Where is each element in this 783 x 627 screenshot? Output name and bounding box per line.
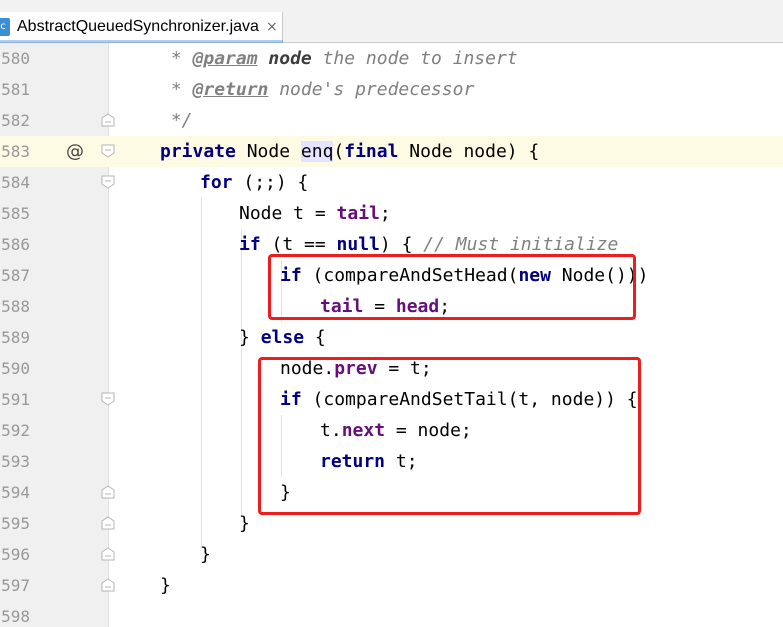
code-text: private Node enq(final Node node) { xyxy=(160,141,540,162)
line-number: 588 xyxy=(1,297,30,316)
code-line: 585 Node t = tail; xyxy=(0,198,783,229)
line-number: 587 xyxy=(1,266,30,285)
fold-start-icon[interactable] xyxy=(101,392,115,406)
code-line: 596 } xyxy=(0,539,783,570)
line-number: 583 xyxy=(1,142,30,161)
fold-start-icon[interactable] xyxy=(101,175,115,189)
java-class-icon: c xyxy=(0,18,10,36)
code-text: } xyxy=(200,544,211,565)
code-text: */ xyxy=(160,110,193,131)
line-number: 580 xyxy=(1,49,30,68)
method-name: enq xyxy=(300,141,334,162)
override-marker-icon[interactable]: @ xyxy=(66,136,84,167)
code-line: 580 * @param node the node to insert xyxy=(0,43,783,74)
highlight-box-2 xyxy=(258,357,641,515)
highlight-box-1 xyxy=(268,254,636,320)
code-text: } xyxy=(239,513,250,534)
line-number: 593 xyxy=(1,452,30,471)
code-text: } xyxy=(160,575,171,596)
line-number: 591 xyxy=(1,390,30,409)
code-line: 584 for (;;) { xyxy=(0,167,783,198)
line-number: 585 xyxy=(1,204,30,223)
tab-label: AbstractQueuedSynchronizer.java xyxy=(17,18,259,35)
code-text: Node t = tail; xyxy=(239,203,391,224)
code-line: 598 xyxy=(0,601,783,627)
code-text: } else { xyxy=(239,327,326,348)
line-number: 598 xyxy=(1,607,30,626)
code-line: 589 } else { xyxy=(0,322,783,353)
line-number: 582 xyxy=(1,111,30,130)
line-number: 586 xyxy=(1,235,30,254)
code-text: for (;;) { xyxy=(200,172,309,193)
line-number: 595 xyxy=(1,514,30,533)
fold-start-icon[interactable] xyxy=(101,144,115,158)
code-text: * @param node the node to insert xyxy=(160,48,518,69)
editor-tab-bar: c AbstractQueuedSynchronizer.java × xyxy=(0,12,783,43)
code-line: 581 * @return node's predecessor xyxy=(0,74,783,105)
line-number: 589 xyxy=(1,328,30,347)
line-number: 590 xyxy=(1,359,30,378)
code-line: 597 } xyxy=(0,570,783,601)
line-number: 594 xyxy=(1,483,30,502)
tab-abstractqueuedsynchronizer[interactable]: c AbstractQueuedSynchronizer.java × xyxy=(0,12,283,43)
fold-end-icon[interactable] xyxy=(101,547,115,561)
fold-end-icon[interactable] xyxy=(101,578,115,592)
line-number: 592 xyxy=(1,421,30,440)
line-number: 597 xyxy=(1,576,30,595)
fold-end-icon[interactable] xyxy=(101,516,115,530)
fold-end-icon[interactable] xyxy=(101,485,115,499)
code-text: * @return node's predecessor xyxy=(160,79,475,100)
code-line-current: 583 @ private Node enq(final Node node) … xyxy=(0,136,783,167)
close-icon[interactable]: × xyxy=(266,12,278,42)
line-number: 596 xyxy=(1,545,30,564)
fold-end-icon[interactable] xyxy=(101,113,115,127)
code-line: 582 */ xyxy=(0,105,783,136)
line-number: 581 xyxy=(1,80,30,99)
line-number: 584 xyxy=(1,173,30,192)
